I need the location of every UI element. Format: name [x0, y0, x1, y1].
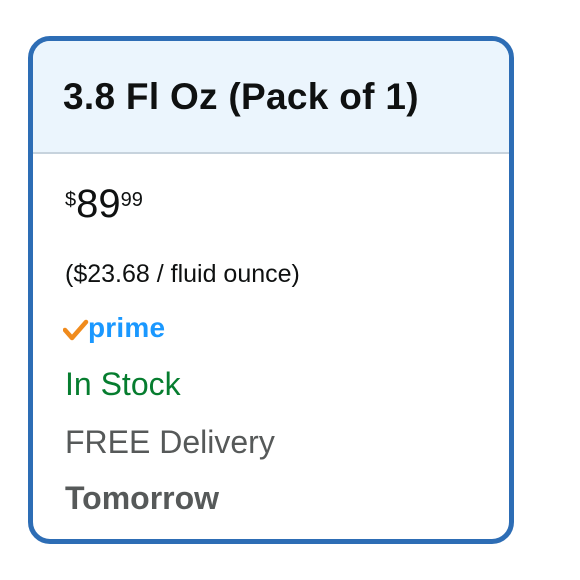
unit-price: ($23.68 / fluid ounce) [65, 260, 300, 288]
prime-badge: prime [62, 312, 166, 346]
prime-label: prime [88, 312, 166, 343]
stock-status: In Stock [65, 366, 181, 402]
delivery-date: Tomorrow [65, 480, 220, 516]
prime-check-icon [62, 319, 89, 341]
delivery-info: FREE Delivery [65, 424, 275, 460]
price-currency-symbol: $ [65, 189, 77, 211]
price-fraction: 99 [120, 189, 143, 211]
size-option-title: 3.8 Fl Oz (Pack of 1) [63, 75, 419, 117]
price: $8999 [65, 184, 143, 224]
size-option-card[interactable]: 3.8 Fl Oz (Pack of 1) $8999 ($23.68 / fl… [28, 36, 514, 544]
price-whole: 89 [76, 182, 121, 226]
option-header: 3.8 Fl Oz (Pack of 1) [33, 41, 509, 154]
